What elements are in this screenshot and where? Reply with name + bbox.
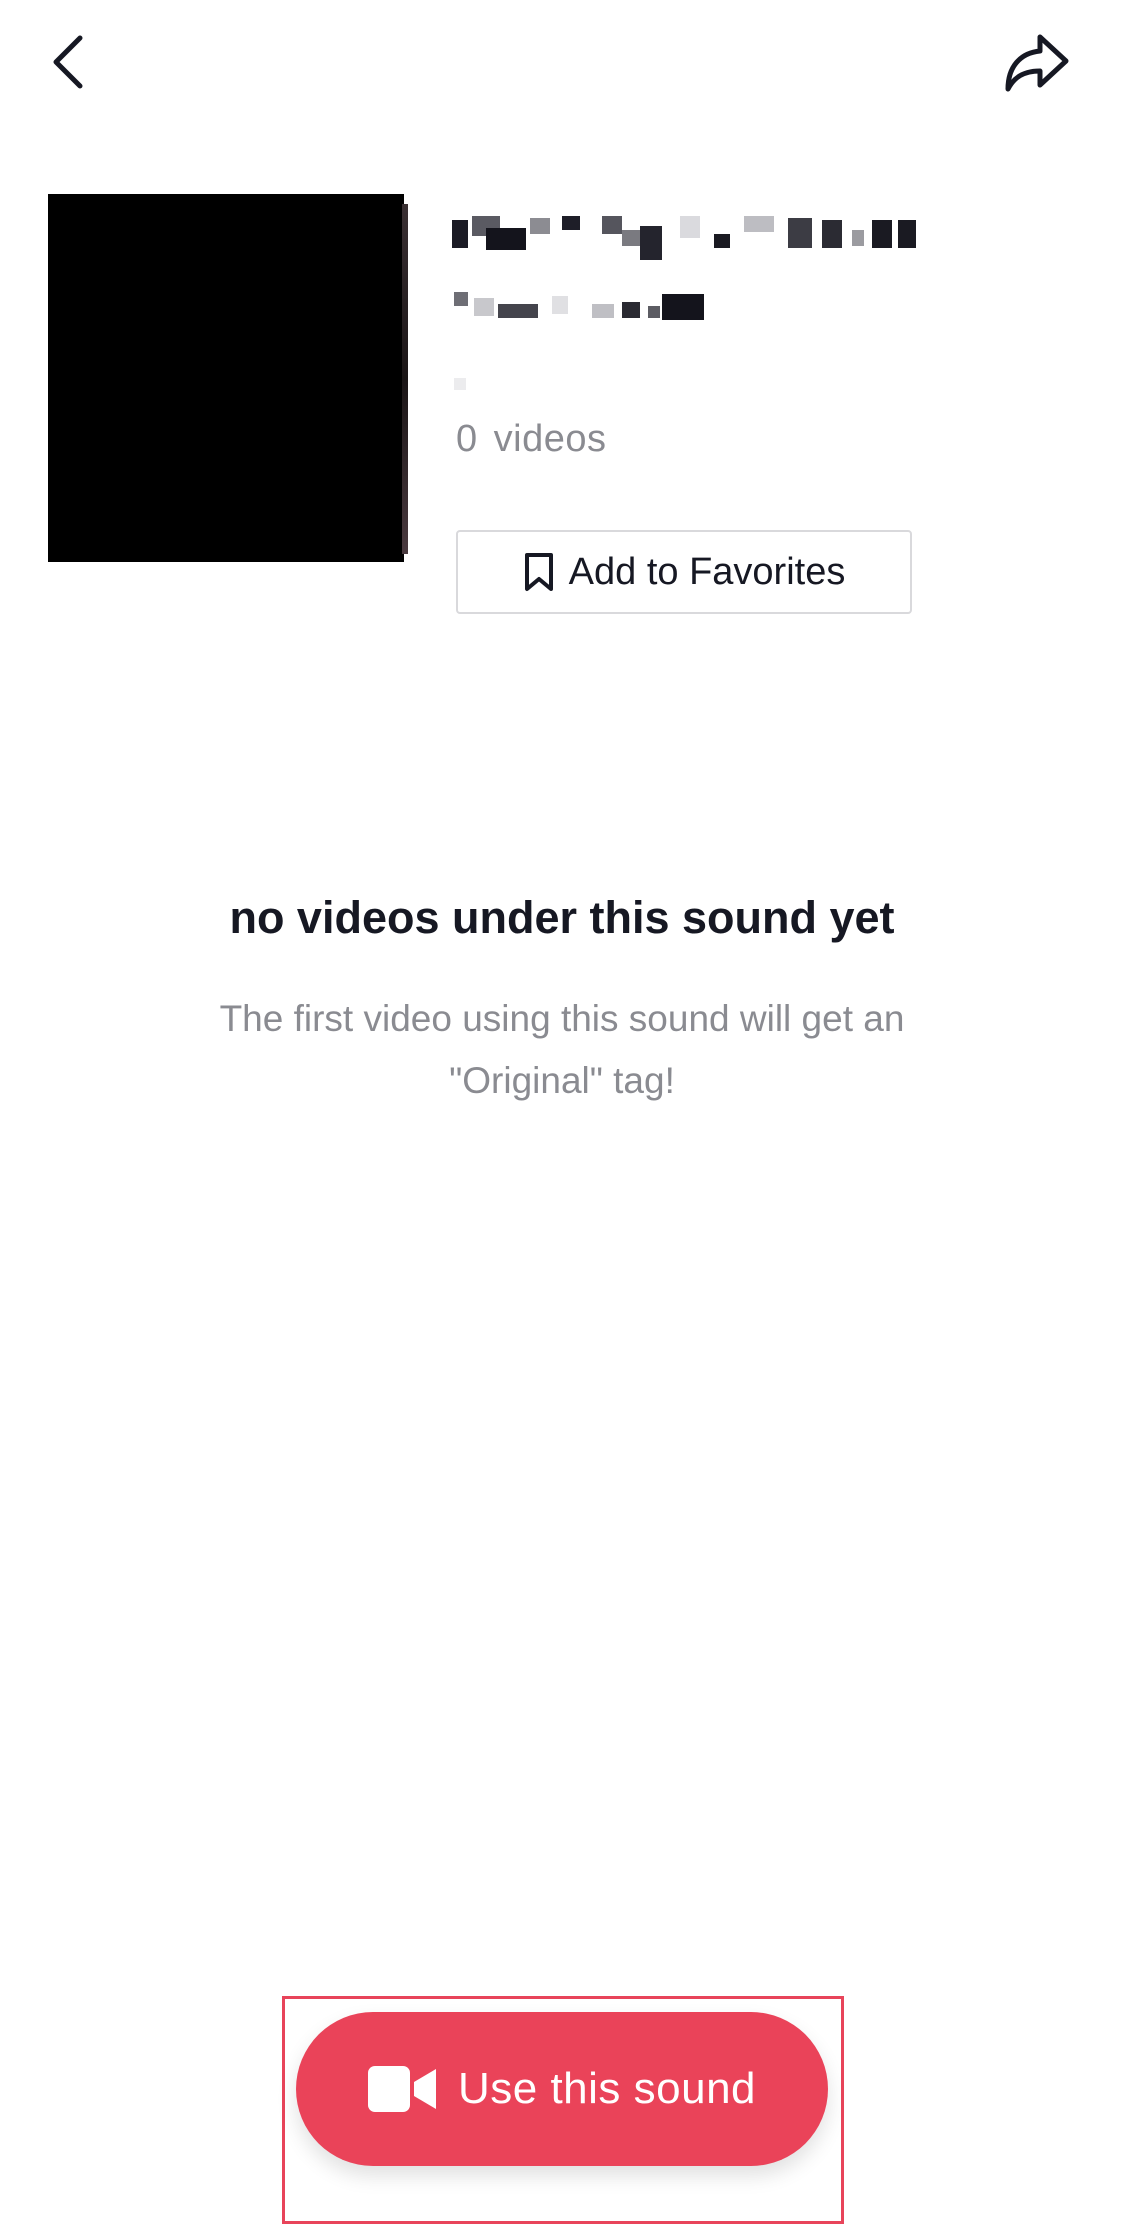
add-to-favorites-label: Add to Favorites (568, 550, 846, 593)
sound-title-redacted (452, 216, 920, 260)
sound-meta-redacted (454, 378, 468, 392)
video-count: 0 videos (456, 418, 606, 461)
empty-state-title: no videos under this sound yet (229, 892, 895, 943)
sound-author-redacted (452, 288, 712, 324)
cover-edge (402, 204, 408, 554)
sound-cover-image[interactable] (48, 194, 408, 562)
back-button[interactable] (38, 22, 98, 102)
add-to-favorites-button[interactable]: Add to Favorites (456, 530, 912, 614)
share-button[interactable] (996, 24, 1076, 100)
video-count-number: 0 (456, 418, 478, 460)
share-arrow-icon (1005, 34, 1069, 92)
use-this-sound-button[interactable]: Use this sound (296, 2012, 828, 2166)
video-camera-icon (367, 2066, 436, 2112)
video-count-label: videos (493, 418, 607, 460)
bookmark-icon (524, 553, 553, 591)
chevron-left-icon (53, 35, 83, 89)
use-this-sound-label: Use this sound (457, 2064, 757, 2113)
empty-state-subtitle: The first video using this sound will ge… (219, 998, 905, 1101)
